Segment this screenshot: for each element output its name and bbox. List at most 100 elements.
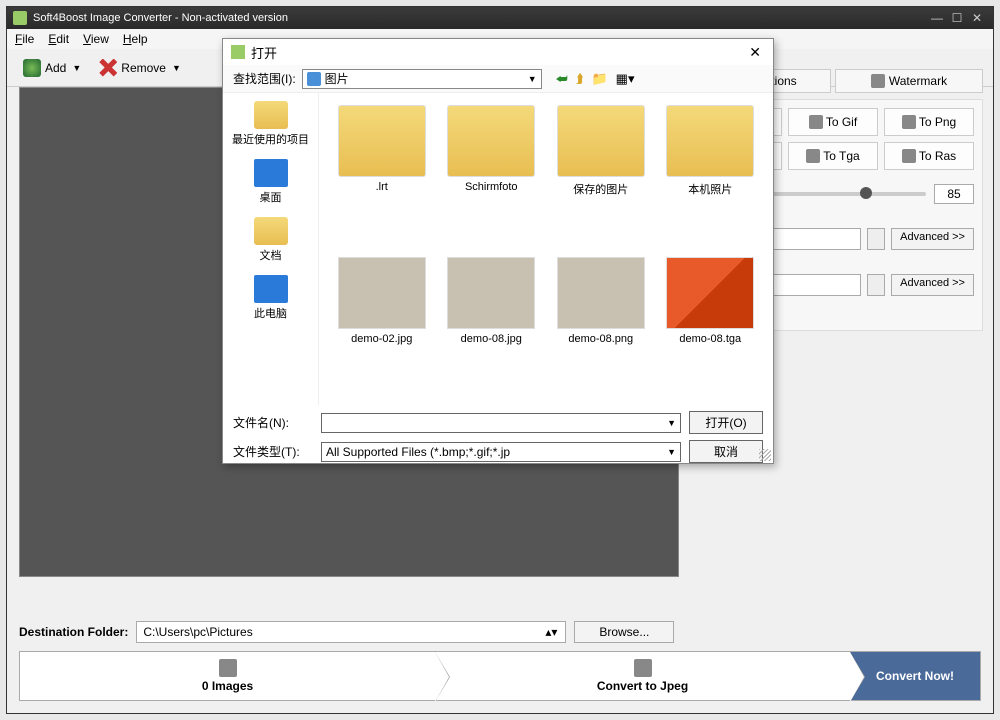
ras-icon — [902, 149, 916, 163]
advanced-button-1[interactable]: Advanced >> — [891, 228, 974, 250]
dialog-icon — [231, 45, 245, 59]
to-gif-button[interactable]: To Gif — [788, 108, 878, 136]
format-icon — [634, 659, 652, 677]
file-item[interactable]: .lrt — [331, 105, 433, 245]
bottom-bar: Destination Folder: C:\Users\pc\Pictures… — [19, 621, 981, 701]
folder-icon — [338, 105, 426, 177]
file-label: .lrt — [376, 181, 388, 193]
convert-now-button[interactable]: Convert Now! — [850, 652, 980, 700]
dialog-close-button[interactable]: ✕ — [745, 44, 765, 61]
folder-icon — [307, 72, 321, 86]
step-images[interactable]: 0 Images — [20, 652, 435, 700]
view-menu-icon[interactable]: ▦▾ — [616, 71, 635, 87]
file-label: 本机照片 — [688, 181, 732, 197]
watermark-tab[interactable]: Watermark — [835, 69, 983, 93]
to-ras-button[interactable]: To Ras — [884, 142, 974, 170]
minimize-button[interactable]: — — [927, 11, 947, 25]
menu-file[interactable]: FFileile — [15, 32, 34, 46]
add-button[interactable]: Add ▼ — [17, 55, 87, 81]
file-label: 保存的图片 — [573, 181, 628, 197]
pc-icon — [254, 275, 288, 303]
menu-view[interactable]: View — [83, 32, 109, 46]
file-item[interactable]: Schirmfoto — [441, 105, 543, 245]
quality-value[interactable]: 85 — [934, 184, 974, 204]
filename-label: 文件名(N): — [233, 414, 313, 431]
titlebar: Soft4Boost Image Converter - Non-activat… — [7, 7, 993, 29]
dialog-title: 打开 — [251, 43, 745, 62]
folder-icon — [666, 105, 754, 177]
browse-button[interactable]: Browse... — [574, 621, 674, 643]
close-button[interactable]: ✕ — [967, 11, 987, 25]
step-format[interactable]: Convert to Jpeg — [435, 652, 850, 700]
gif-icon — [809, 115, 823, 129]
place-recent[interactable]: 最近使用的项目 — [231, 101, 311, 147]
chevron-down-icon[interactable]: ▼ — [72, 63, 81, 73]
add-icon — [23, 59, 41, 77]
file-item[interactable]: 本机照片 — [660, 105, 762, 245]
images-icon — [219, 659, 237, 677]
dialog-cancel-button[interactable]: 取消 — [689, 440, 763, 463]
place-thispc[interactable]: 此电脑 — [231, 275, 311, 321]
open-dialog: 打开 ✕ 查找范围(I): 图片 ▼ ⮨ ⮭ 📁 ▦▾ 最近使用的项目 桌面 — [222, 38, 774, 464]
remove-button[interactable]: Remove ▼ — [93, 55, 187, 81]
to-png-button[interactable]: To Png — [884, 108, 974, 136]
steps-bar: 0 Images Convert to Jpeg Convert Now! — [19, 651, 981, 701]
resize-grip[interactable] — [759, 449, 771, 461]
window-title: Soft4Boost Image Converter - Non-activat… — [33, 12, 927, 24]
folder-icon — [557, 105, 645, 177]
dialog-toolbar: 查找范围(I): 图片 ▼ ⮨ ⮭ 📁 ▦▾ — [223, 65, 773, 93]
file-thumbnail — [338, 257, 426, 329]
file-label: demo-08.tga — [679, 333, 741, 345]
file-item[interactable]: demo-08.tga — [660, 257, 762, 393]
place-desktop[interactable]: 桌面 — [231, 159, 311, 205]
tga-icon — [806, 149, 820, 163]
dialog-titlebar: 打开 ✕ — [223, 39, 773, 65]
filename-input[interactable]: ▼ — [321, 413, 681, 433]
back-icon[interactable]: ⮨ — [556, 71, 568, 87]
desktop-icon — [254, 159, 288, 187]
maximize-button[interactable]: ☐ — [947, 11, 967, 25]
menu-help[interactable]: Help — [123, 32, 148, 46]
png-icon — [902, 115, 916, 129]
dest-spin[interactable]: ▴▾ — [543, 625, 559, 639]
file-item[interactable]: demo-02.jpg — [331, 257, 433, 393]
file-thumbnail — [666, 257, 754, 329]
file-item[interactable]: demo-08.png — [550, 257, 652, 393]
file-item[interactable]: demo-08.jpg — [441, 257, 543, 393]
filetype-label: 文件类型(T): — [233, 443, 313, 460]
chevron-down-icon[interactable]: ▼ — [667, 418, 676, 428]
filetype-combo[interactable]: All Supported Files (*.bmp;*.gif;*.jp▼ — [321, 442, 681, 462]
file-label: demo-08.png — [568, 333, 633, 345]
file-thumbnail — [557, 257, 645, 329]
recent-icon — [254, 101, 288, 129]
file-item[interactable]: 保存的图片 — [550, 105, 652, 245]
places-bar: 最近使用的项目 桌面 文档 此电脑 — [223, 93, 319, 405]
file-label: demo-02.jpg — [351, 333, 412, 345]
new-folder-icon[interactable]: 📁 — [591, 71, 607, 87]
chevron-down-icon[interactable]: ▼ — [528, 74, 537, 84]
watermark-icon — [871, 74, 885, 88]
file-label: Schirmfoto — [465, 181, 518, 193]
to-tga-button[interactable]: To Tga — [788, 142, 878, 170]
chevron-down-icon[interactable]: ▼ — [667, 447, 676, 457]
up-icon[interactable]: ⮭ — [576, 71, 584, 87]
preset-spin-2[interactable] — [867, 274, 885, 296]
slider-thumb[interactable] — [860, 187, 872, 199]
app-icon — [13, 11, 27, 25]
file-label: demo-08.jpg — [461, 333, 522, 345]
lookin-label: 查找范围(I): — [233, 70, 296, 87]
folder-icon — [447, 105, 535, 177]
menu-edit[interactable]: Edit — [48, 32, 69, 46]
file-grid: .lrt Schirmfoto 保存的图片 本机照片 demo-02.jpg demo-0… — [319, 93, 773, 405]
chevron-down-icon[interactable]: ▼ — [172, 63, 181, 73]
dialog-open-button[interactable]: 打开(O) — [689, 411, 763, 434]
dest-folder-input[interactable]: C:\Users\pc\Pictures ▴▾ — [136, 621, 566, 643]
preset-spin[interactable] — [867, 228, 885, 250]
place-documents[interactable]: 文档 — [231, 217, 311, 263]
dest-label: Destination Folder: — [19, 625, 128, 639]
documents-icon — [254, 217, 288, 245]
lookin-combo[interactable]: 图片 ▼ — [302, 69, 542, 89]
file-thumbnail — [447, 257, 535, 329]
remove-icon — [99, 59, 117, 77]
advanced-button-2[interactable]: Advanced >> — [891, 274, 974, 296]
